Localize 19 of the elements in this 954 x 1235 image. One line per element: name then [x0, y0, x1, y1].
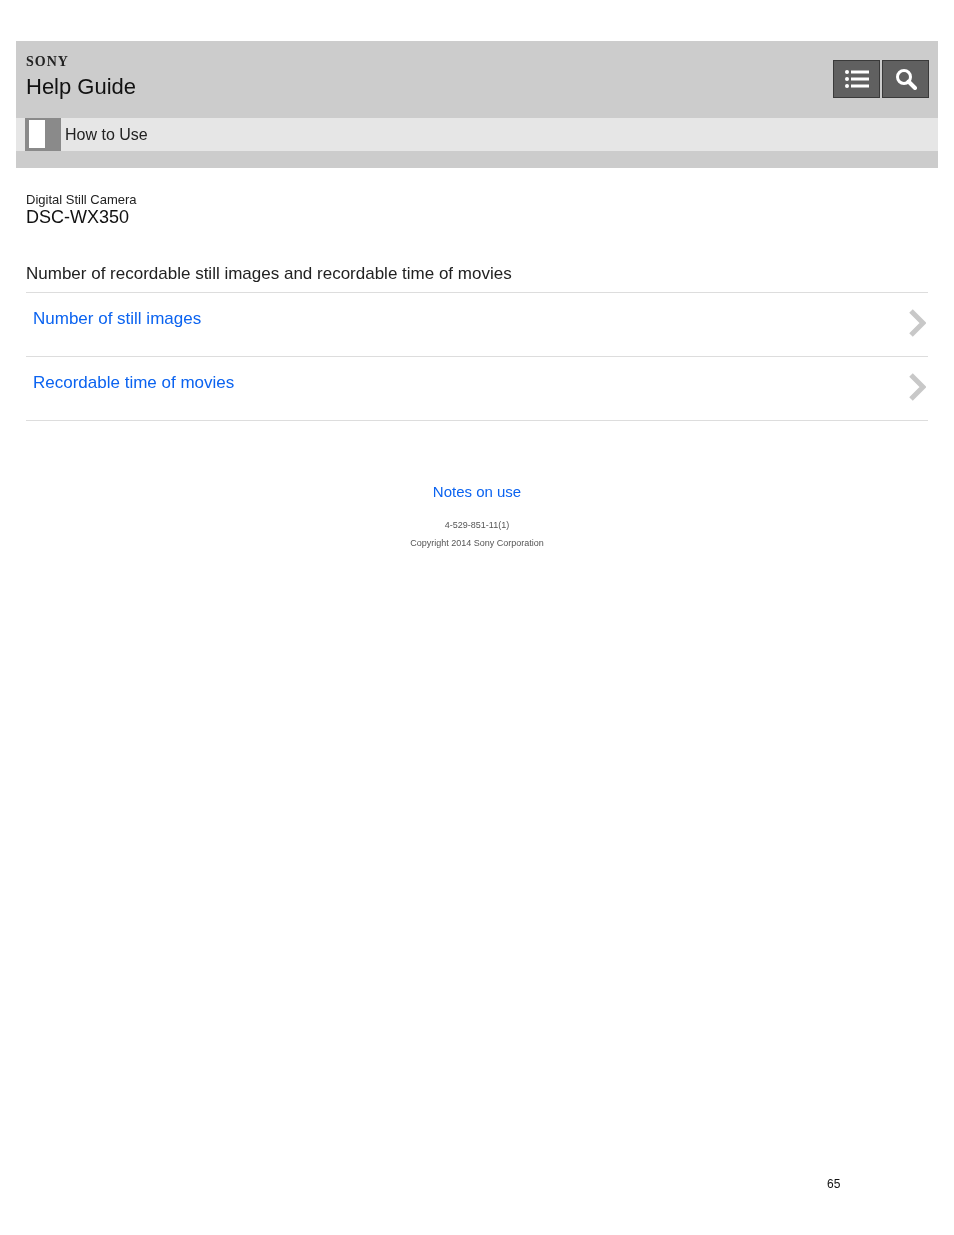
page-title: Number of recordable still images and recordable time of movies	[26, 264, 928, 293]
search-button[interactable]	[882, 60, 929, 98]
copyright-text: Copyright 2014 Sony Corporation	[410, 538, 544, 548]
site-title: Help Guide	[26, 74, 137, 100]
topic-link[interactable]: Number of still images	[26, 293, 928, 357]
chevron-right-icon	[908, 372, 926, 402]
search-icon	[894, 68, 917, 90]
brand-logo: SONY	[26, 54, 70, 70]
topic-link[interactable]: Recordable time of movies	[26, 357, 928, 421]
product-category: Digital Still Camera	[26, 192, 138, 207]
product-model: DSC-WX350	[26, 207, 131, 228]
document-number: 4-529-851-11(1)	[444, 520, 510, 530]
notes-link[interactable]: Notes on use	[432, 483, 522, 500]
menu-button[interactable]	[833, 60, 880, 98]
document-icon	[25, 118, 61, 151]
category-label: How to Use	[65, 125, 148, 144]
page-number: 65	[827, 1177, 841, 1191]
chevron-right-icon	[908, 308, 926, 338]
list-icon	[844, 70, 869, 88]
